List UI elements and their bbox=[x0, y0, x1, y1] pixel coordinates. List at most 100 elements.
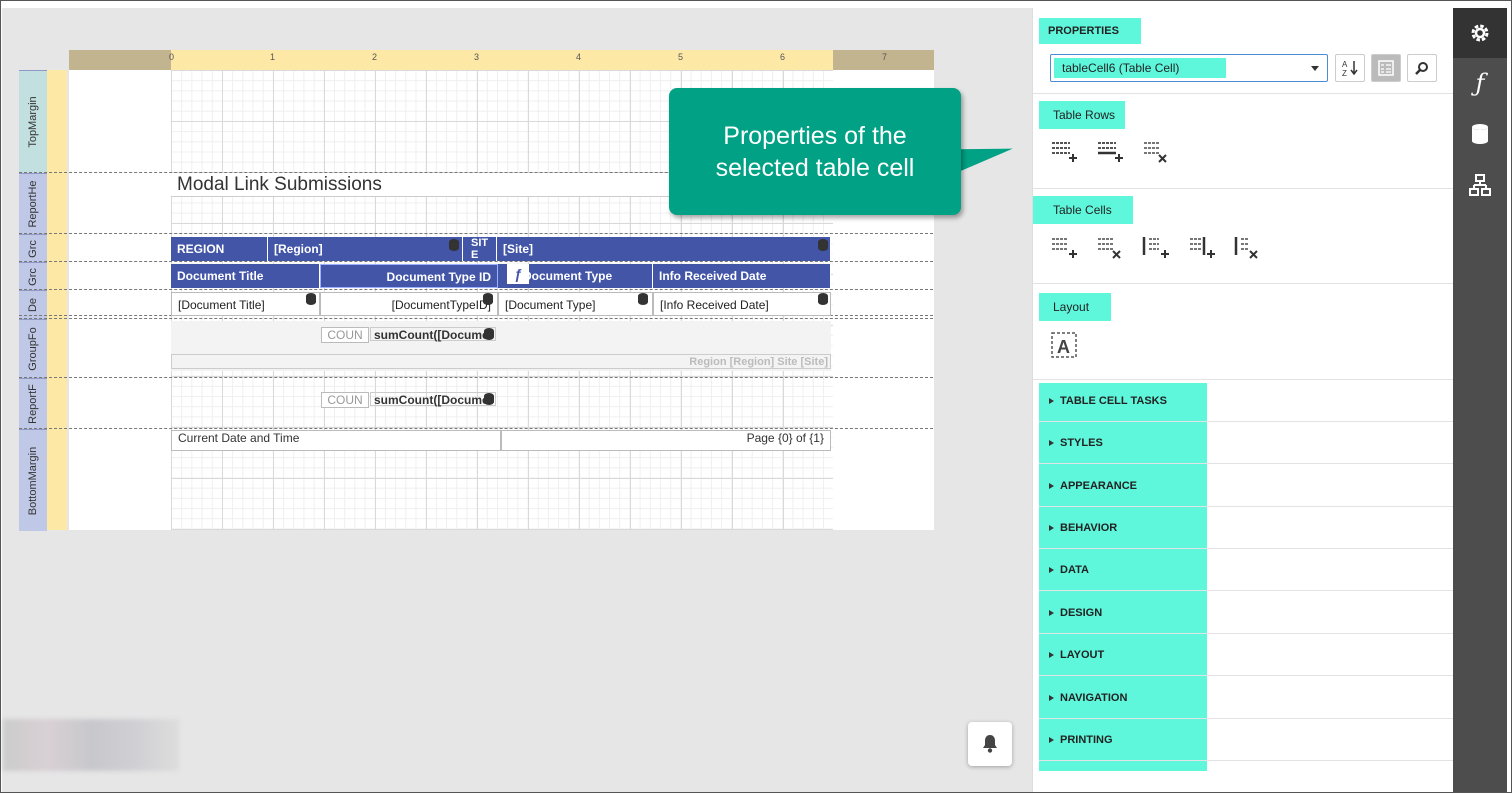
callout-line-1: Properties of the bbox=[723, 121, 907, 150]
svg-text:A: A bbox=[1057, 337, 1070, 357]
search-icon bbox=[1415, 62, 1428, 75]
triangle-right-icon bbox=[1049, 737, 1054, 744]
component-selector-value: tableCell6 (Table Cell) bbox=[1054, 58, 1226, 78]
detail-cell[interactable]: [Info Received Date] bbox=[653, 292, 831, 316]
bell-icon bbox=[983, 735, 997, 753]
category-navigation[interactable]: NAVIGATION bbox=[1039, 677, 1454, 719]
triangle-right-icon bbox=[1049, 483, 1054, 490]
sort-az-icon: AZ bbox=[1342, 60, 1358, 77]
category-behavior[interactable]: BEHAVIOR bbox=[1039, 507, 1454, 549]
category-printing[interactable]: PRINTING bbox=[1039, 719, 1454, 761]
insert-cell-icon[interactable] bbox=[1049, 234, 1079, 264]
ruler-number: 7 bbox=[882, 52, 888, 62]
table-cells-section-label: Table Cells bbox=[1033, 196, 1133, 224]
component-selector[interactable]: tableCell6 (Table Cell) bbox=[1050, 54, 1328, 82]
date-time-field[interactable]: Current Date and Time bbox=[171, 430, 501, 451]
database-icon bbox=[818, 239, 828, 251]
tab-properties[interactable] bbox=[1453, 8, 1507, 58]
triangle-right-icon bbox=[1049, 652, 1054, 659]
table-header-cell[interactable]: Document Title bbox=[171, 264, 320, 288]
database-icon bbox=[818, 293, 828, 305]
sort-alphabetical-button[interactable]: AZ bbox=[1335, 54, 1365, 82]
detail-cell[interactable]: [Document Title] bbox=[171, 292, 320, 316]
page-number-field[interactable]: Page {0} of {1} bbox=[501, 430, 831, 451]
table-header-cell-selected[interactable]: Document Type ID bbox=[320, 264, 498, 288]
database-icon bbox=[306, 293, 316, 305]
category-table-cell-tasks[interactable]: TABLE CELL TASKS bbox=[1039, 380, 1454, 422]
sum-count-field[interactable]: sumCount([Docume bbox=[370, 392, 496, 407]
tab-report-explorer[interactable] bbox=[1453, 160, 1507, 210]
ruler-number: 3 bbox=[474, 52, 480, 62]
band-bottom-margin[interactable]: BottomMargin bbox=[19, 429, 47, 531]
region-site-summary[interactable]: Region [Region] Site [Site] bbox=[171, 354, 831, 369]
band-report-footer[interactable]: ReportF bbox=[19, 378, 47, 429]
tab-field-list[interactable] bbox=[1453, 109, 1507, 159]
layout-section-label: Layout bbox=[1039, 293, 1111, 321]
callout-line-2: selected table cell bbox=[715, 153, 915, 182]
gear-icon bbox=[1471, 24, 1489, 42]
band-group-header-1[interactable]: Grc bbox=[19, 234, 47, 262]
tab-expressions[interactable]: ƒ bbox=[1453, 58, 1507, 108]
delete-row-icon[interactable] bbox=[1141, 138, 1171, 168]
category-appearance[interactable]: APPEARANCE bbox=[1039, 465, 1454, 507]
structure-icon bbox=[1469, 174, 1491, 196]
properties-panel: PROPERTIES tableCell6 (Table Cell) AZ Ta… bbox=[1032, 8, 1454, 792]
detail-cell[interactable]: [DocumentTypeID] bbox=[320, 292, 498, 316]
panel-title: PROPERTIES bbox=[1039, 18, 1141, 44]
triangle-right-icon bbox=[1049, 440, 1054, 447]
right-tab-bar: ƒ bbox=[1453, 8, 1507, 792]
region-value-cell[interactable]: [Region] bbox=[268, 237, 463, 261]
band-group-footer[interactable]: GroupFo bbox=[19, 319, 47, 378]
triangle-right-icon bbox=[1049, 525, 1054, 532]
site-label-cell[interactable]: SIT E bbox=[463, 237, 497, 261]
count-label[interactable]: COUN bbox=[321, 327, 369, 343]
categorized-view-button[interactable] bbox=[1371, 54, 1401, 82]
detail-cell[interactable]: [Document Type] bbox=[498, 292, 653, 316]
table-header-cell[interactable]: Info Received Date bbox=[653, 264, 831, 288]
band-report-header[interactable]: ReportHe bbox=[19, 173, 47, 234]
insert-row-above-icon[interactable] bbox=[1049, 138, 1079, 168]
fit-text-icon[interactable]: A bbox=[1049, 330, 1079, 360]
category-styles[interactable]: STYLES bbox=[1039, 422, 1454, 464]
site-value-cell[interactable]: [Site] bbox=[497, 237, 831, 261]
app-window: 0 1 2 3 4 5 6 7 TopMargin ReportHe Grc G… bbox=[0, 0, 1512, 793]
database-icon bbox=[1472, 124, 1488, 144]
table-rows-section-label: Table Rows bbox=[1039, 101, 1125, 129]
triangle-right-icon bbox=[1049, 567, 1054, 574]
vertical-ruler bbox=[47, 70, 67, 530]
count-label[interactable]: COUN bbox=[321, 392, 369, 408]
insert-column-left-icon[interactable] bbox=[1141, 234, 1171, 264]
function-icon: ƒ bbox=[1475, 69, 1485, 97]
database-icon bbox=[638, 293, 648, 305]
ruler-number: 0 bbox=[169, 52, 175, 62]
svg-text:A: A bbox=[1342, 60, 1348, 69]
band-group-header-2[interactable]: Grc bbox=[19, 262, 47, 290]
ruler-number: 2 bbox=[372, 52, 378, 62]
triangle-right-icon bbox=[1049, 398, 1054, 405]
expression-button[interactable]: ƒ bbox=[507, 264, 529, 284]
region-label-cell[interactable]: REGION bbox=[171, 237, 268, 261]
category-data[interactable]: DATA bbox=[1039, 549, 1454, 591]
chevron-down-icon bbox=[1311, 66, 1319, 71]
annotation-callout: Properties of the selected table cell bbox=[669, 88, 961, 215]
blurred-region bbox=[3, 719, 179, 771]
triangle-right-icon bbox=[1049, 610, 1054, 617]
category-layout[interactable]: LAYOUT bbox=[1039, 634, 1454, 676]
sum-count-field[interactable]: sumCount([Docume bbox=[370, 327, 496, 342]
ruler-number: 1 bbox=[270, 52, 276, 62]
triangle-right-icon bbox=[1049, 695, 1054, 702]
categories-icon bbox=[1378, 60, 1394, 76]
search-button[interactable] bbox=[1407, 54, 1437, 82]
horizontal-ruler: 0 1 2 3 4 5 6 7 bbox=[69, 50, 934, 70]
insert-column-right-icon[interactable] bbox=[1187, 234, 1217, 264]
notifications-button[interactable] bbox=[968, 722, 1012, 766]
delete-cell-icon[interactable] bbox=[1095, 234, 1125, 264]
category-design[interactable]: DESIGN bbox=[1039, 592, 1454, 634]
database-icon bbox=[483, 293, 493, 305]
svg-text:Z: Z bbox=[1342, 69, 1347, 77]
delete-column-icon[interactable] bbox=[1233, 234, 1263, 264]
ruler-number: 4 bbox=[576, 52, 582, 62]
band-top-margin[interactable]: TopMargin bbox=[19, 70, 47, 173]
database-icon bbox=[484, 393, 494, 405]
insert-row-below-icon[interactable] bbox=[1095, 138, 1125, 168]
